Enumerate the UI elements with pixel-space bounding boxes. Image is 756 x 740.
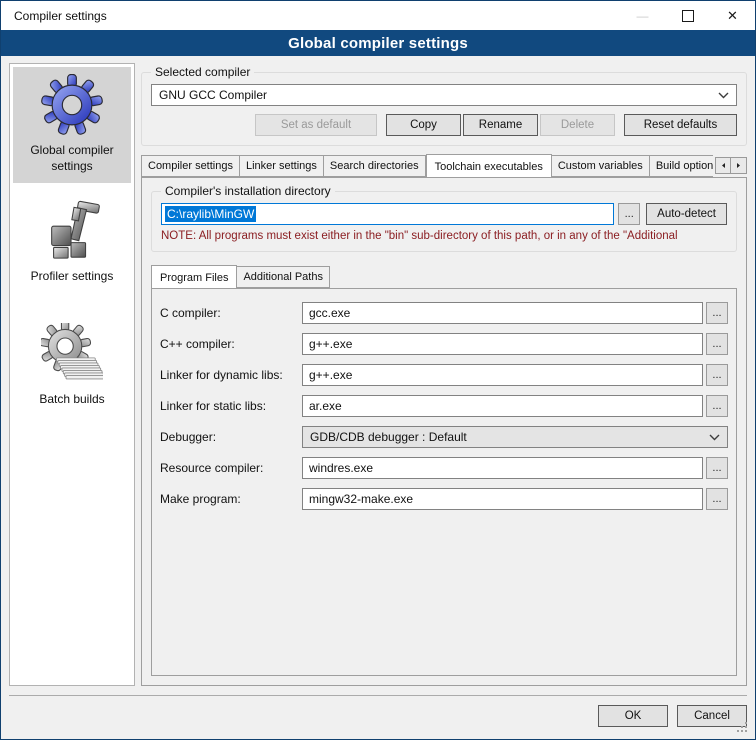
field-label: Make program: [160,492,302,506]
linker-for-dynamic-libs-input[interactable] [302,364,703,386]
c-compiler-browse-button[interactable]: ... [706,302,728,324]
resize-grip[interactable] [745,730,747,732]
combo-value: GDB/CDB debugger : Default [310,430,703,444]
field-row-linker-for-dynamic-libs: Linker for dynamic libs:... [160,364,728,386]
tab-compiler-settings[interactable]: Compiler settings [141,155,240,177]
sidebar-item-batch-builds[interactable]: Batch builds [13,316,131,417]
resource-compiler-browse-button[interactable]: ... [706,457,728,479]
field-label: Debugger: [160,430,302,444]
cancel-button[interactable]: Cancel [677,705,747,727]
linker-for-static-libs-input[interactable] [302,395,703,417]
selected-path-text: C:\raylib\MinGW [165,206,256,222]
triangle-right-icon [735,162,742,169]
field-row-c-compiler: C++ compiler:... [160,333,728,355]
field-row-resource-compiler: Resource compiler:... [160,457,728,479]
tab-program-files[interactable]: Program Files [151,265,237,288]
ok-button[interactable]: OK [598,705,668,727]
toolchain-form: C compiler:...C++ compiler:...Linker for… [160,302,728,510]
c-compiler-input[interactable] [302,333,703,355]
field-label: C compiler: [160,306,302,320]
selected-compiler-combobox[interactable]: GNU GCC Compiler [151,84,737,106]
chevron-down-icon [718,92,729,99]
field-label: Resource compiler: [160,461,302,475]
reset-defaults-button[interactable]: Reset defaults [624,114,737,136]
delete-button[interactable]: Delete [540,114,615,136]
c-compiler-browse-button[interactable]: ... [706,333,728,355]
copy-button[interactable]: Copy [386,114,461,136]
selected-compiler-group: Selected compiler GNU GCC Compiler Set a… [141,72,747,146]
sidebar-item-profiler-settings[interactable]: Profiler settings [13,193,131,294]
tab-build-options[interactable]: Build options [650,155,713,177]
main-panel: Selected compiler GNU GCC Compiler Set a… [141,63,747,686]
title-bar: Compiler settings [1,1,755,30]
main-tab-strip: Compiler settingsLinker settingsSearch d… [141,154,747,177]
inner-tabbar: Program FilesAdditional Paths [151,265,737,288]
rename-button[interactable]: Rename [463,114,538,136]
install-note: NOTE: All programs must exist either in … [161,230,727,242]
debugger-select[interactable]: GDB/CDB debugger : Default [302,426,728,448]
compiler-actions: Set as default CopyRenameDelete Reset defa… [151,114,737,136]
field-row-linker-for-static-libs: Linker for static libs:... [160,395,728,417]
chevron-down-icon [709,434,720,441]
resource-compiler-input[interactable] [302,457,703,479]
window-title: Compiler settings [1,9,107,23]
field-label: Linker for dynamic libs: [160,368,302,382]
field-row-make-program: Make program:... [160,488,728,510]
sidebar-item-label: Global compiler settings [15,143,129,174]
window-controls [620,1,755,30]
field-label: Linker for static libs: [160,399,302,413]
tab-toolchain-executables[interactable]: Toolchain executables [426,154,552,177]
footer: OK Cancel [9,695,747,739]
page-title: Global compiler settings [1,30,755,56]
installation-directory-browse-button[interactable]: ... [618,203,640,225]
linker-for-static-libs-browse-button[interactable]: ... [706,395,728,417]
sidebar-item-label: Profiler settings [31,269,114,285]
tab-scroll-right-button[interactable] [731,157,747,174]
tab-additional-paths[interactable]: Additional Paths [237,266,330,288]
field-label: C++ compiler: [160,337,302,351]
tab-custom-variables[interactable]: Custom variables [552,155,650,177]
make-program-browse-button[interactable]: ... [706,488,728,510]
dialog-body: Global compiler settings Profiler setting… [1,56,755,739]
installation-directory-group: Compiler's installation directory C:\ray… [151,191,737,252]
sidebar-item-label: Batch builds [39,392,104,408]
main-tabbar: Compiler settingsLinker settingsSearch d… [141,154,713,177]
minimize-icon[interactable] [620,1,665,30]
gear-stack-icon [41,323,103,385]
caliper-icon [41,200,103,262]
maximize-icon[interactable] [665,1,710,30]
gear-blue-icon [41,74,103,136]
field-row-debugger: Debugger: GDB/CDB debugger : Default [160,426,728,448]
program-files-page: C compiler:...C++ compiler:...Linker for… [151,288,737,676]
tab-linker-settings[interactable]: Linker settings [240,155,324,177]
installation-directory-legend: Compiler's installation directory [161,184,335,198]
tab-scroll-arrows [715,157,747,174]
set-as-default-button[interactable]: Set as default [255,114,377,136]
c-compiler-input[interactable] [302,302,703,324]
tab-search-directories[interactable]: Search directories [324,155,426,177]
sidebar-item-global-compiler-settings[interactable]: Global compiler settings [13,67,131,183]
triangle-left-icon [720,162,727,169]
field-row-c-compiler: C compiler:... [160,302,728,324]
selected-compiler-value: GNU GCC Compiler [159,88,712,102]
auto-detect-button[interactable]: Auto-detect [646,203,727,225]
program-files-tab-strip: Program FilesAdditional Paths [151,265,737,288]
close-icon[interactable] [710,1,755,30]
linker-for-dynamic-libs-browse-button[interactable]: ... [706,364,728,386]
selected-compiler-legend: Selected compiler [151,65,254,79]
compiler-settings-dialog: Compiler settings Global compiler settin… [0,0,756,740]
installation-directory-input[interactable]: C:\raylib\MinGW [161,203,614,225]
toolchain-executables-page: Compiler's installation directory C:\ray… [141,177,747,686]
make-program-input[interactable] [302,488,703,510]
tab-scroll-left-button[interactable] [715,157,731,174]
sidebar: Global compiler settings Profiler setting… [9,63,135,686]
